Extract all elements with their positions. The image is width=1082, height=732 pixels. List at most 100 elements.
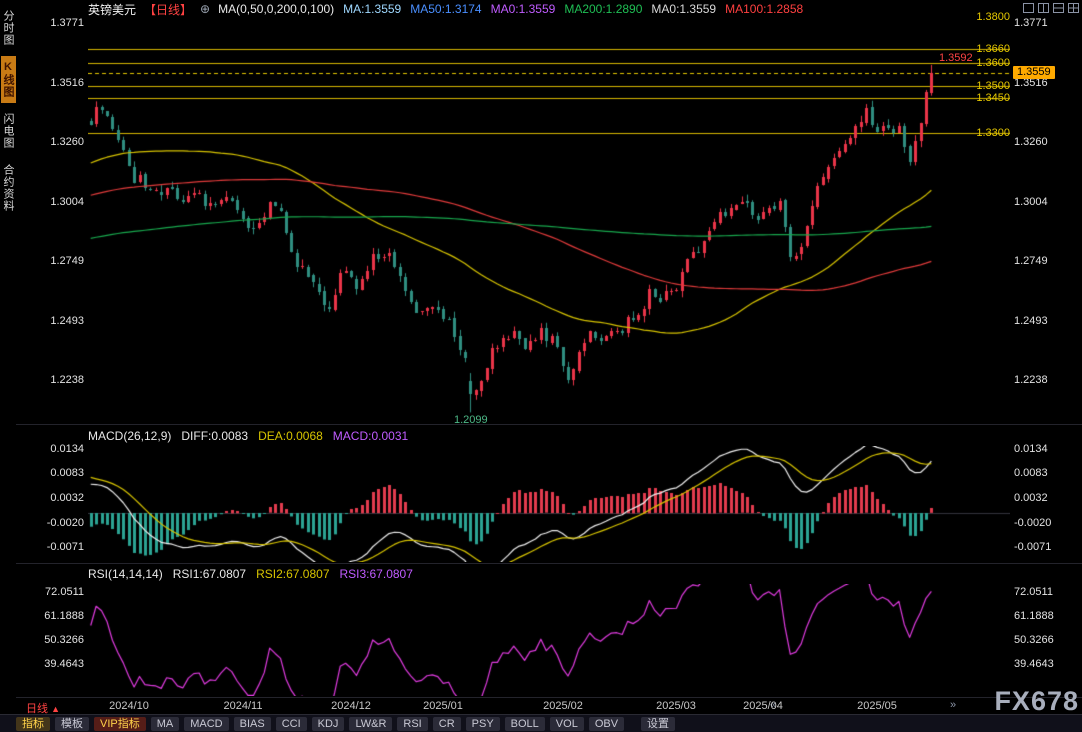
price-axis-label-right: 1.2749 [1014, 255, 1080, 267]
view-mode-sidebar: 分时图 K线图闪电图合约资料 [0, 0, 17, 714]
price-axis-label-right: 1.3260 [1014, 136, 1080, 148]
macd-title-part: MACD:0.0031 [333, 429, 408, 443]
macd-axis-label-left: 0.0134 [16, 443, 84, 455]
layout-vsplit-icon[interactable] [1038, 3, 1049, 13]
toolbar-button-cci[interactable]: CCI [276, 717, 307, 731]
rsi-axis-label-right: 72.0511 [1014, 586, 1080, 598]
macd-axis-label-left: -0.0020 [16, 517, 84, 529]
window-layout-icons [1023, 3, 1079, 13]
timeframe-label: 【日线】 [144, 1, 192, 18]
ma-value-label: MA200:1.2890 [564, 2, 642, 16]
sidebar-item-kline[interactable]: K线图 [1, 56, 16, 103]
macd-axis-label-left: 0.0083 [16, 467, 84, 479]
chart-area: 英镑美元 【日线】 ⊕ MA(0,50,0,200,0,100) MA:1.355… [16, 0, 1082, 714]
rsi-title-part: RSI(14,14,14) [88, 567, 163, 581]
ma-legend: MA(0,50,0,200,0,100) MA:1.3559 MA50:1.3174… [218, 2, 803, 16]
x-axis-month-label: 2024/11 [219, 700, 267, 712]
price-axis-label-left: 1.3771 [16, 17, 84, 29]
level-price-label: 1.3600 [976, 57, 1010, 69]
toolbar-button-boll[interactable]: BOLL [505, 717, 545, 731]
rsi-axis-label-left: 72.0511 [16, 586, 84, 598]
toolbar-button-kdj[interactable]: KDJ [312, 717, 345, 731]
period-selector[interactable]: 日线 ▲ [26, 700, 60, 716]
x-axis-month-label: 2025/04 [739, 700, 787, 712]
price-axis-label-right: 1.2238 [1014, 374, 1080, 386]
ma-value-label: MA100:1.2858 [725, 2, 803, 16]
toolbar-button-templates[interactable]: 模板 [55, 717, 89, 731]
scroll-right-icon[interactable]: » [950, 699, 956, 711]
period-selector-arrow-icon: ▲ [51, 704, 60, 714]
panel-separator [16, 697, 1082, 698]
toolbar-button-indicators[interactable]: 指标 [16, 717, 50, 731]
layout-quad-icon[interactable] [1068, 3, 1079, 13]
macd-axis-label-left: -0.0071 [16, 541, 84, 553]
toolbar-button-cr[interactable]: CR [433, 717, 461, 731]
rsi-title-part: RSI2:67.0807 [256, 567, 329, 581]
current-price-tag: 1.3559 [1013, 66, 1055, 79]
toolbar-button-lwr[interactable]: LW&R [349, 717, 392, 731]
toolbar-button-psy[interactable]: PSY [466, 717, 500, 731]
ma-value-label: MA50:1.3174 [410, 2, 481, 16]
macd-axis-label-left: 0.0032 [16, 492, 84, 504]
price-axis-label-left: 1.3260 [16, 136, 84, 148]
level-price-label: 1.3450 [976, 92, 1010, 104]
trading-app-window: 分时图 K线图闪电图合约资料 英镑美元 【日线】 ⊕ MA(0,50,0,200,… [0, 0, 1082, 732]
rsi-title: RSI(14,14,14)RSI1:67.0807RSI2:67.0807RSI… [88, 567, 413, 581]
level-price-label: 1.3800 [976, 11, 1010, 23]
sidebar-item-timeshare[interactable]: 分时图 [1, 5, 16, 51]
ma-params-label: MA(0,50,0,200,0,100) [218, 2, 334, 16]
price-chart-canvas[interactable] [88, 20, 1010, 418]
price-axis-label-right: 1.3004 [1014, 196, 1080, 208]
indicator-toolbar: 指标模板 VIP指标 MA MACD BIAS CCI KDJ LW&R RSI CR PSY BOL… [0, 714, 1082, 732]
toolbar-button-obv[interactable]: OBV [589, 717, 624, 731]
zoom-plus-icon[interactable]: ⊕ [200, 2, 210, 16]
toolbar-button-vol[interactable]: VOL [550, 717, 584, 731]
rsi-title-part: RSI1:67.0807 [173, 567, 246, 581]
macd-axis-label-right: 0.0032 [1014, 492, 1080, 504]
price-axis-label-right: 1.2493 [1014, 315, 1080, 327]
macd-panel-canvas[interactable] [88, 446, 1010, 562]
swing-low-label: 1.2099 [454, 414, 488, 426]
macd-axis-label-right: -0.0020 [1014, 517, 1080, 529]
toolbar-button-vip-indicators[interactable]: VIP指标 [94, 717, 146, 731]
toolbar-button-ma[interactable]: MA [151, 717, 180, 731]
level-price-label: 1.3660 [976, 43, 1010, 55]
sidebar-item-flash[interactable]: 闪电图 [1, 108, 16, 154]
macd-title: MACD(26,12,9)DIFF:0.0083DEA:0.0068MACD:0… [88, 429, 408, 443]
x-axis-month-label: 2025/03 [652, 700, 700, 712]
rsi-axis-label-left: 50.3266 [16, 634, 84, 646]
rsi-axis-label-left: 39.4643 [16, 658, 84, 670]
x-axis-month-label: 2025/01 [419, 700, 467, 712]
rsi-axis-label-right: 61.1888 [1014, 610, 1080, 622]
period-selector-label: 日线 [26, 703, 48, 715]
price-axis-label-left: 1.3516 [16, 77, 84, 89]
price-axis-label-left: 1.2238 [16, 374, 84, 386]
layout-hsplit-icon[interactable] [1053, 3, 1064, 13]
toolbar-button-settings[interactable]: 设置 [641, 717, 675, 731]
toolbar-button-rsi[interactable]: RSI [397, 717, 427, 731]
rsi-axis-label-right: 50.3266 [1014, 634, 1080, 646]
macd-axis-label-right: 0.0134 [1014, 443, 1080, 455]
rsi-axis-label-left: 61.1888 [16, 610, 84, 622]
ma-value-label: MA:1.3559 [343, 2, 401, 16]
macd-axis-label-right: 0.0083 [1014, 467, 1080, 479]
layout-single-icon[interactable] [1023, 3, 1034, 13]
x-axis-month-label: 2024/10 [105, 700, 153, 712]
x-axis-month-label: 2025/02 [539, 700, 587, 712]
chart-header-legend: 英镑美元 【日线】 ⊕ MA(0,50,0,200,0,100) MA:1.355… [88, 2, 803, 16]
toolbar-button-macd[interactable]: MACD [184, 717, 228, 731]
symbol-name: 英镑美元 [88, 1, 136, 18]
brand-watermark: FX678 [994, 686, 1079, 717]
level-price-label: 1.3500 [976, 80, 1010, 92]
toolbar-button-bias[interactable]: BIAS [234, 717, 271, 731]
level-price-label: 1.3300 [976, 127, 1010, 139]
x-axis-month-label: 2024/12 [327, 700, 375, 712]
price-axis-label-left: 1.2749 [16, 255, 84, 267]
day-high-label: 1.3592 [939, 52, 973, 64]
ma-value-label: MA0:1.3559 [491, 2, 556, 16]
sidebar-item-contract-info[interactable]: 合约资料 [1, 159, 16, 217]
panel-separator [16, 563, 1082, 564]
macd-axis-label-right: -0.0071 [1014, 541, 1080, 553]
x-axis-month-label: 2025/05 [853, 700, 901, 712]
rsi-panel-canvas[interactable] [88, 584, 1010, 696]
